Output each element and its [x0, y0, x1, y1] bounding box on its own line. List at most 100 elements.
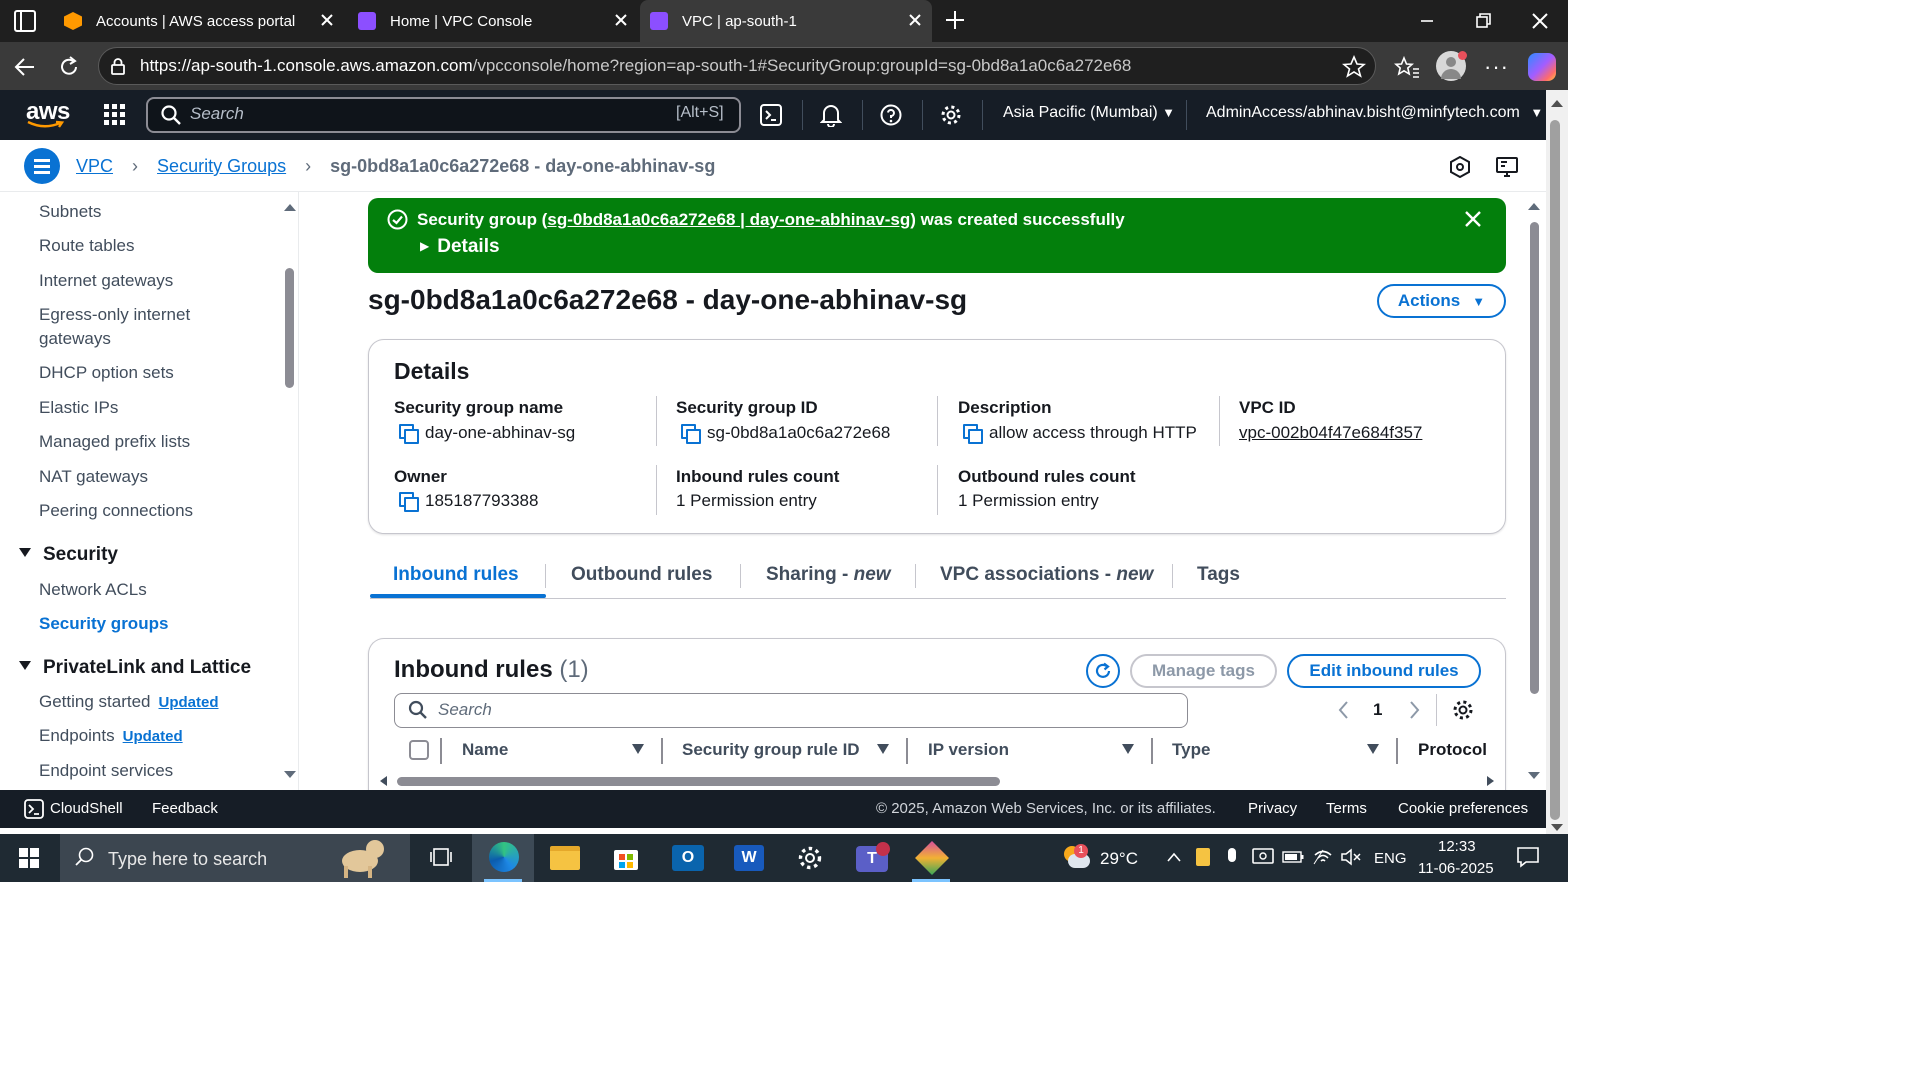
updated-badge[interactable]: Updated	[159, 694, 219, 711]
settings-gear-icon[interactable]	[940, 104, 962, 126]
tab-inbound-rules[interactable]: Inbound rules	[393, 564, 519, 586]
nav-endpoints[interactable]: Endpoints Updated	[39, 726, 183, 746]
vpc-id-link[interactable]: vpc-002b04f47e684f357	[1239, 423, 1422, 443]
nav-peering-connections[interactable]: Peering connections	[39, 501, 193, 521]
volume-muted-icon[interactable]	[1340, 848, 1362, 866]
microsoft-store-icon[interactable]	[612, 844, 640, 872]
side-nav-toggle-icon[interactable]	[24, 148, 60, 184]
main-scroll-up-icon[interactable]	[1528, 203, 1540, 210]
file-explorer-icon[interactable]	[550, 846, 580, 870]
column-header-protocol[interactable]: Protocol	[1418, 740, 1487, 760]
weather-icon[interactable]: 1	[1060, 844, 1090, 870]
window-scrollbar-thumb[interactable]	[1550, 120, 1560, 820]
more-menu-icon[interactable]: ···	[1484, 56, 1509, 78]
services-grid-icon[interactable]	[104, 104, 126, 126]
main-scroll-down-icon[interactable]	[1528, 772, 1540, 779]
outlook-icon[interactable]: O	[672, 845, 704, 871]
nav-subnets[interactable]: Subnets	[39, 202, 101, 222]
nav-dhcp-option-sets[interactable]: DHCP option sets	[39, 363, 174, 383]
edit-inbound-rules-button[interactable]: Edit inbound rules	[1287, 654, 1481, 688]
sort-caret-icon[interactable]	[632, 744, 644, 754]
select-all-checkbox[interactable]	[409, 740, 429, 760]
nav-route-tables[interactable]: Route tables	[39, 236, 134, 256]
scroll-up-arrow-icon[interactable]	[284, 204, 296, 211]
favorite-star-icon[interactable]	[1342, 55, 1366, 79]
dismiss-flash-icon[interactable]	[1464, 210, 1482, 228]
browser-tab-aws-portal[interactable]: Accounts | AWS access portal	[52, 0, 344, 42]
back-icon[interactable]	[12, 54, 38, 80]
nav-security-groups[interactable]: Security groups	[39, 614, 168, 634]
manage-tags-button[interactable]: Manage tags	[1130, 654, 1277, 688]
column-header-type[interactable]: Type	[1172, 740, 1210, 760]
cloudshell-icon[interactable]	[24, 799, 44, 819]
column-header-name[interactable]: Name	[462, 740, 508, 760]
close-tab-icon[interactable]	[318, 11, 336, 29]
task-view-icon[interactable]	[430, 846, 452, 868]
profile-avatar[interactable]	[1436, 51, 1467, 81]
browser-tab-vpc-home[interactable]: Home | VPC Console	[346, 0, 638, 42]
terms-link[interactable]: Terms	[1326, 800, 1367, 817]
current-page-number[interactable]: 1	[1373, 700, 1382, 720]
copy-icon[interactable]	[963, 424, 983, 444]
restore-icon[interactable]	[1470, 8, 1496, 34]
rules-search-input[interactable]	[394, 693, 1188, 728]
copy-icon[interactable]	[399, 492, 419, 512]
tab-outbound-rules[interactable]: Outbound rules	[571, 564, 712, 586]
sort-caret-icon[interactable]	[877, 744, 889, 754]
horizontal-scrollbar-thumb[interactable]	[397, 777, 1000, 786]
tab-sharing[interactable]: Sharing - new	[766, 564, 891, 586]
nav-egress-only-gateways-line2[interactable]: gateways	[39, 329, 111, 349]
close-window-icon[interactable]	[1527, 8, 1553, 34]
horizontal-scroll-left-icon[interactable]	[380, 776, 387, 786]
nav-managed-prefix-lists[interactable]: Managed prefix lists	[39, 432, 190, 452]
nav-elastic-ips[interactable]: Elastic IPs	[39, 398, 118, 418]
cloudshell-link[interactable]: CloudShell	[50, 800, 123, 817]
tab-actions-icon[interactable]	[14, 10, 36, 32]
next-page-icon[interactable]	[1406, 700, 1422, 720]
breadcrumb-vpc[interactable]: VPC	[76, 156, 113, 176]
tab-tags[interactable]: Tags	[1197, 564, 1240, 586]
nav-section-security[interactable]: Security	[19, 544, 118, 566]
column-header-rule-id[interactable]: Security group rule ID	[682, 740, 860, 760]
nav-getting-started[interactable]: Getting started Updated	[39, 692, 219, 712]
table-preferences-gear-icon[interactable]	[1452, 699, 1474, 721]
battery-icon[interactable]	[1282, 851, 1304, 863]
window-scroll-down-icon[interactable]	[1551, 824, 1563, 831]
url-text[interactable]: https://ap-south-1.console.aws.amazon.co…	[140, 56, 1131, 76]
actions-dropdown-button[interactable]: Actions ▼	[1377, 284, 1506, 318]
scroll-down-arrow-icon[interactable]	[284, 771, 296, 778]
weather-temperature[interactable]: 29°C	[1100, 849, 1138, 869]
cookie-preferences-link[interactable]: Cookie preferences	[1398, 800, 1528, 817]
nav-nat-gateways[interactable]: NAT gateways	[39, 467, 148, 487]
browser-tab-vpc-ap-south-1[interactable]: VPC | ap-south-1	[640, 0, 932, 42]
help-icon[interactable]	[880, 104, 902, 126]
nav-internet-gateways[interactable]: Internet gateways	[39, 271, 173, 291]
close-tab-icon[interactable]	[906, 11, 924, 29]
action-center-icon[interactable]	[1516, 846, 1540, 868]
feedback-link[interactable]: Feedback	[152, 800, 218, 817]
account-menu[interactable]: AdminAccess/abhinav.bisht@minfytech.com …	[1206, 104, 1543, 122]
info-panel-icon[interactable]	[1450, 156, 1470, 178]
windows-start-icon[interactable]	[19, 848, 39, 868]
nav-network-acls[interactable]: Network ACLs	[39, 580, 147, 600]
input-language[interactable]: ENG	[1374, 850, 1407, 867]
clock-date[interactable]: 11-06-2025	[1418, 860, 1494, 877]
new-tab-icon[interactable]	[944, 9, 966, 31]
tray-app-icon[interactable]	[1196, 848, 1210, 866]
updated-badge[interactable]: Updated	[123, 728, 183, 745]
breadcrumb-security-groups[interactable]: Security Groups	[157, 156, 286, 176]
main-scrollbar-thumb[interactable]	[1530, 222, 1539, 694]
copy-icon[interactable]	[399, 424, 419, 444]
close-tab-icon[interactable]	[612, 11, 630, 29]
copy-icon[interactable]	[681, 424, 701, 444]
tray-monitor-icon[interactable]	[1252, 848, 1274, 866]
minimize-icon[interactable]	[1414, 8, 1440, 34]
privacy-link[interactable]: Privacy	[1248, 800, 1297, 817]
region-selector[interactable]: Asia Pacific (Mumbai) ▼	[1003, 104, 1175, 122]
nav-egress-only-gateways[interactable]: Egress-only internet	[39, 305, 190, 325]
notifications-bell-icon[interactable]	[820, 103, 842, 127]
show-hidden-icons-chevron-icon[interactable]	[1166, 851, 1182, 863]
settings-gear-icon[interactable]	[797, 845, 823, 871]
refresh-button[interactable]	[1086, 654, 1120, 688]
word-icon[interactable]: W	[734, 845, 764, 871]
